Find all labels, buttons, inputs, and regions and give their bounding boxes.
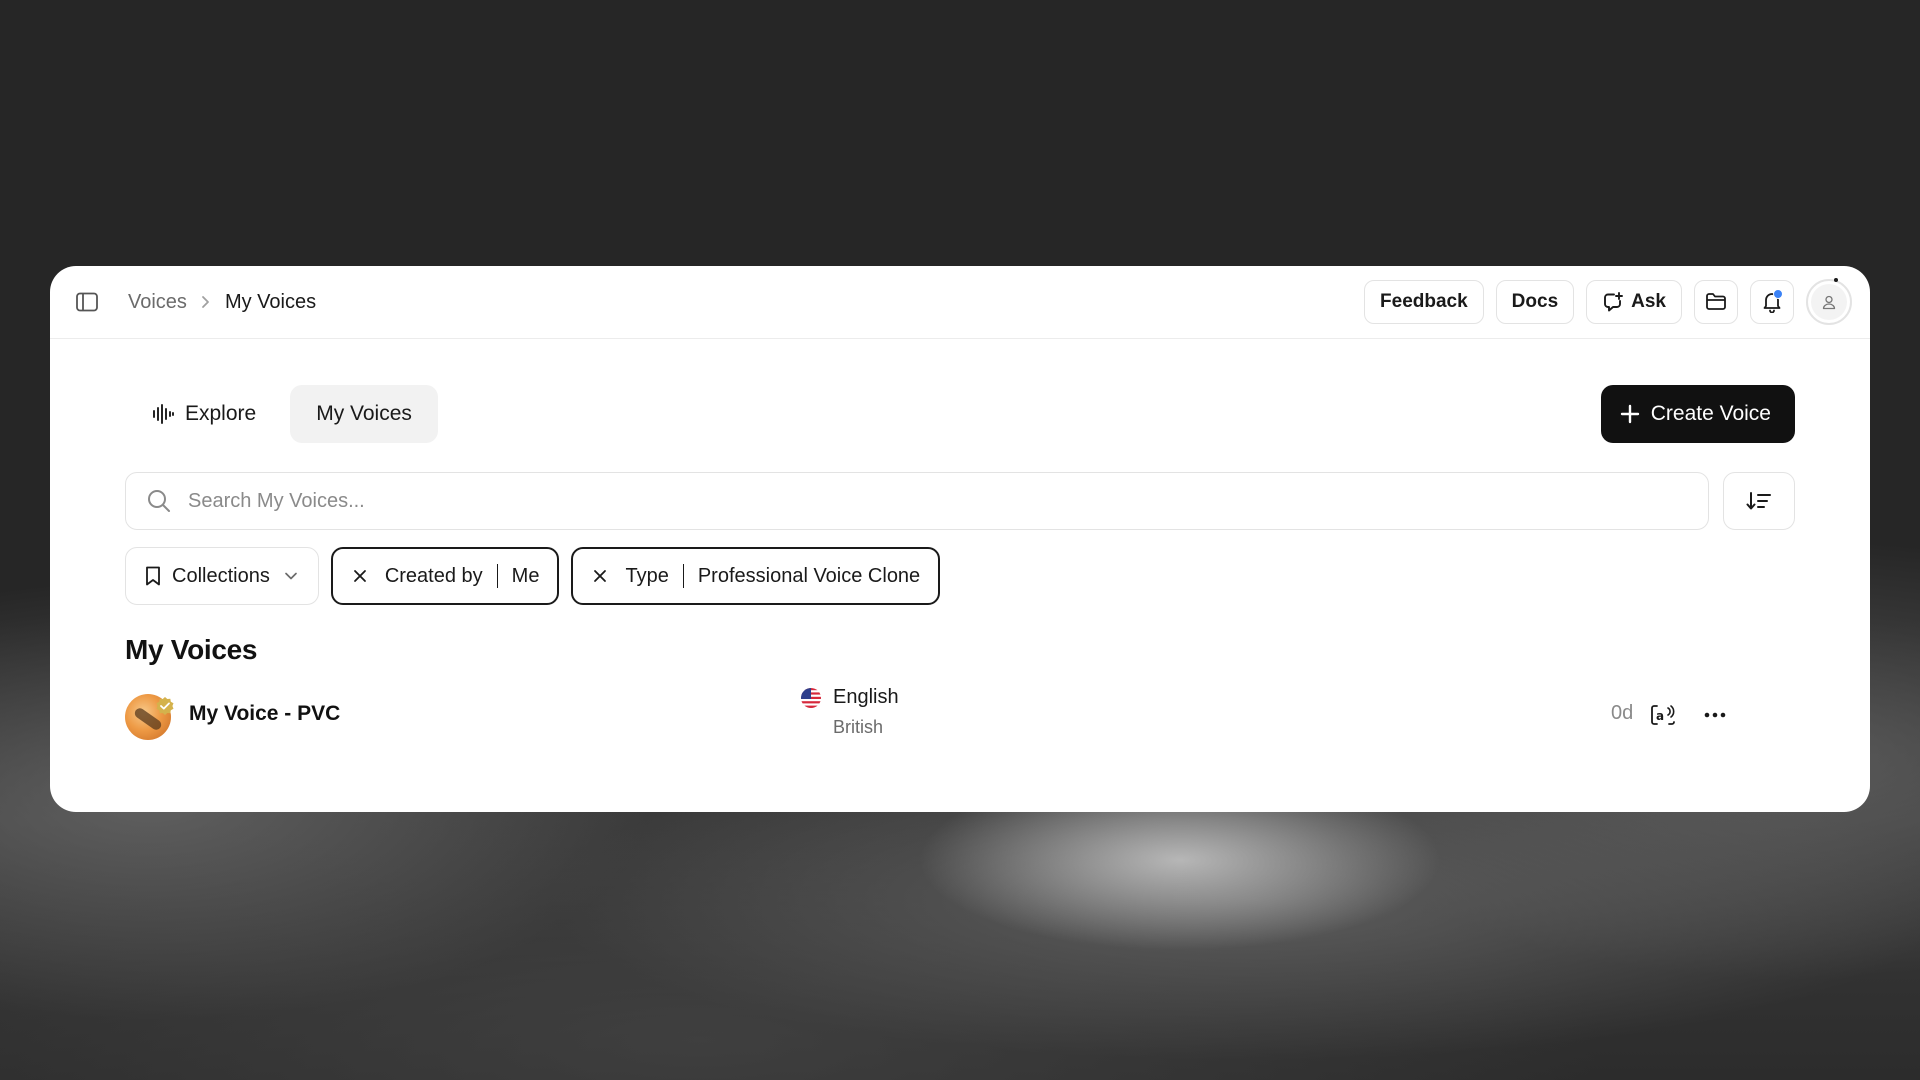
- notifications-button[interactable]: [1750, 280, 1794, 324]
- language-accent: British: [833, 717, 884, 737]
- search-icon: [146, 488, 172, 514]
- breadcrumb: Voices My Voices: [128, 266, 316, 338]
- verified-badge-icon: [155, 696, 175, 716]
- chip-divider: [682, 564, 684, 588]
- breadcrumb-voices-link[interactable]: Voices: [128, 291, 187, 314]
- text-to-speech-button[interactable]: a: [1646, 698, 1680, 732]
- voice-name[interactable]: My Voice - PVC: [189, 702, 340, 726]
- section-title: My Voices: [125, 634, 258, 665]
- type-value: Professional Voice Clone: [697, 564, 921, 587]
- top-actions: Feedback Docs Ask: [1364, 278, 1852, 325]
- folder-icon: [1705, 292, 1727, 312]
- search-input[interactable]: [186, 488, 1688, 514]
- remove-created-by-filter-icon[interactable]: [353, 569, 367, 583]
- created-by-key: Created by: [384, 564, 483, 587]
- language-name: English: [833, 686, 899, 708]
- created-by-filter-chip: Created by Me: [330, 547, 560, 605]
- sort-icon: [1746, 490, 1772, 512]
- remove-type-filter-icon[interactable]: [593, 569, 607, 583]
- sidebar-toggle-icon[interactable]: [75, 290, 99, 314]
- sort-button[interactable]: [1723, 472, 1795, 530]
- collections-label: Collections: [172, 564, 270, 587]
- tab-explore-label: Explore: [185, 402, 257, 425]
- type-key: Type: [625, 564, 669, 587]
- voice-tabs: Explore My Voices: [125, 385, 438, 443]
- ask-button[interactable]: Ask: [1586, 280, 1682, 324]
- speech-icon: a: [1650, 703, 1676, 727]
- user-avatar-button[interactable]: [1806, 278, 1852, 325]
- bookmark-icon: [144, 565, 162, 587]
- ask-label: Ask: [1631, 291, 1666, 312]
- plus-icon: [1619, 403, 1641, 425]
- create-voice-label: Create Voice: [1650, 402, 1771, 425]
- search-bar: [125, 472, 1709, 530]
- status-dot: [1834, 278, 1838, 282]
- tab-explore[interactable]: Explore: [125, 385, 282, 443]
- filter-bar: Collections Created by Me Type Professio…: [125, 547, 941, 605]
- ask-icon: [1602, 291, 1624, 313]
- svg-text:a: a: [1656, 709, 1664, 723]
- voice-row[interactable]: My Voice - PVC English British 0d a: [125, 684, 1795, 748]
- created-by-value: Me: [511, 564, 540, 587]
- us-flag-icon: [801, 688, 821, 708]
- collections-dropdown[interactable]: Collections: [125, 547, 319, 605]
- feedback-button[interactable]: Feedback: [1364, 280, 1484, 324]
- more-horizontal-icon: [1704, 712, 1726, 718]
- top-bar: Voices My Voices Feedback Docs Ask: [50, 266, 1870, 339]
- notification-dot: [1773, 289, 1783, 299]
- type-filter-chip: Type Professional Voice Clone: [571, 547, 941, 605]
- docs-button[interactable]: Docs: [1495, 280, 1575, 324]
- voice-age: 0d: [1611, 702, 1634, 724]
- tab-my-voices-label: My Voices: [316, 402, 412, 425]
- breadcrumb-current: My Voices: [224, 290, 317, 313]
- feedback-label: Feedback: [1380, 291, 1468, 312]
- chip-divider: [496, 564, 498, 588]
- create-voice-button[interactable]: Create Voice: [1600, 385, 1795, 443]
- voices-panel: Voices My Voices Feedback Docs Ask Explo…: [50, 266, 1870, 812]
- chevron-down-icon: [284, 571, 298, 581]
- waveform-icon: [151, 403, 175, 425]
- docs-label: Docs: [1511, 291, 1559, 312]
- voice-avatar: [125, 694, 174, 740]
- user-icon: [1811, 284, 1847, 320]
- tab-my-voices[interactable]: My Voices: [290, 385, 438, 443]
- chevron-right-icon: [201, 295, 211, 309]
- more-options-button[interactable]: [1698, 698, 1732, 732]
- folder-button[interactable]: [1694, 280, 1738, 324]
